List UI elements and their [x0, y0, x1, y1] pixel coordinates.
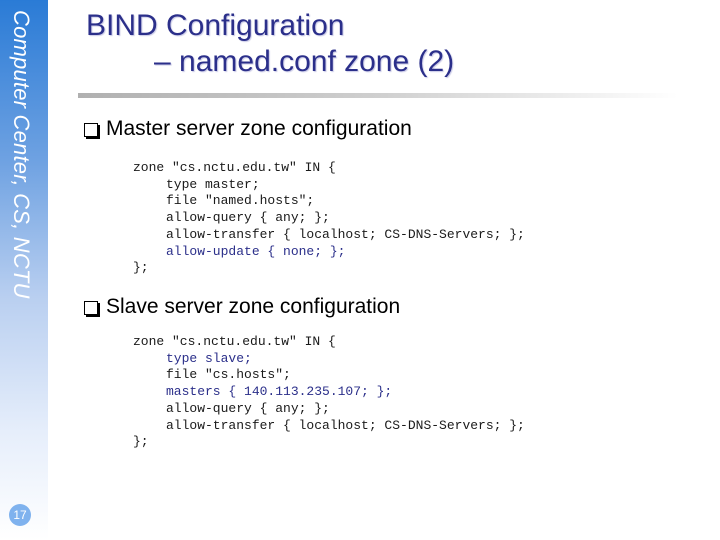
code-line: masters { 140.113.235.107; }; [166, 384, 393, 400]
code-line: type master; [166, 176, 260, 192]
sidebar-label: Computer Center, CS, NCTU [9, 10, 34, 299]
code-line: allow-query { any; }; [166, 210, 330, 226]
code-line: allow-transfer { localhost; CS-DNS-Serve… [166, 417, 525, 433]
code-line: }; [133, 260, 149, 276]
code-line: file "named.hosts"; [166, 193, 315, 209]
code-line: }; [133, 434, 149, 450]
bullet-master-heading: Master server zone configuration [84, 117, 412, 141]
code-line: zone "cs.nctu.edu.tw" IN { [133, 160, 336, 175]
code-line: allow-transfer { localhost; CS-DNS-Serve… [166, 226, 525, 242]
code-line: zone "cs.nctu.edu.tw" IN { [133, 334, 336, 349]
bullet-slave-heading: Slave server zone configuration [84, 295, 400, 319]
code-block-master: zone "cs.nctu.edu.tw" IN {type master; fi… [133, 160, 525, 277]
code-line: allow-update { none; }; [166, 243, 346, 259]
code-line: file "cs.hosts"; [166, 367, 291, 383]
bullet-master-label: Master server zone configuration [106, 117, 412, 140]
slide-title-line1: BIND Configuration [86, 9, 345, 42]
checkbox-bullet-icon [84, 123, 98, 137]
slide-title-line2: – named.conf zone (2) [154, 45, 455, 78]
checkbox-bullet-icon [84, 301, 98, 315]
code-line: type slave; [166, 350, 252, 366]
code-line: allow-query { any; }; [166, 400, 330, 416]
bullet-slave-label: Slave server zone configuration [106, 295, 401, 318]
sidebar: Computer Center, CS, NCTU 17 [0, 0, 48, 540]
page-number-badge: 17 [9, 504, 31, 526]
slide-title: BIND Configuration – named.conf zone (2) [86, 8, 454, 80]
title-divider [78, 93, 678, 98]
code-block-slave: zone "cs.nctu.edu.tw" IN {type slave; fil… [133, 334, 525, 451]
